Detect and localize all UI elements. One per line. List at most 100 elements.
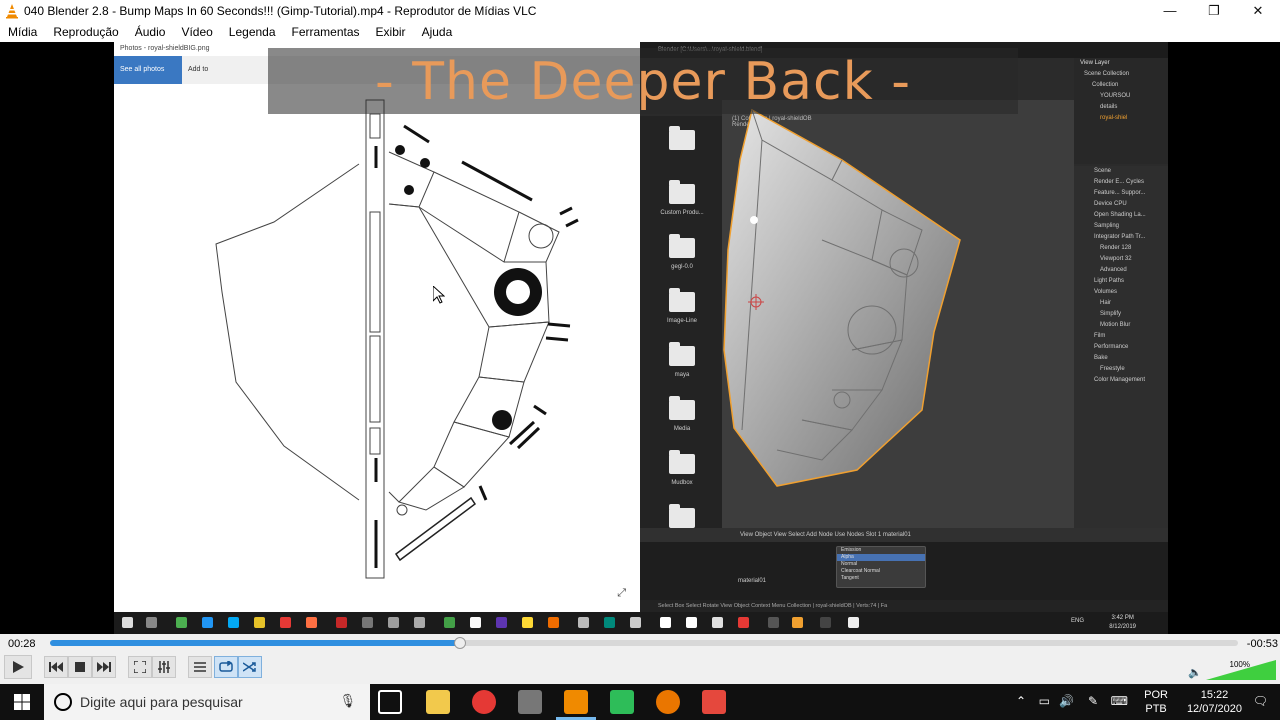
menu-audio[interactable]: Áudio — [127, 25, 174, 39]
volume-slider[interactable] — [1206, 660, 1276, 680]
app-icon — [660, 617, 671, 628]
network-icon[interactable]: ▭ — [1039, 694, 1050, 708]
microphone-icon[interactable]: 🎙 — [339, 693, 356, 709]
menu-midia[interactable]: Mídia — [0, 25, 45, 39]
blender-icon[interactable] — [656, 690, 680, 714]
see-all-photos-button: See all photos — [114, 56, 182, 84]
fullscreen-button[interactable] — [128, 656, 152, 678]
outliner-row: Collection — [1092, 82, 1119, 88]
folder-item — [650, 126, 714, 156]
app-icon — [336, 617, 347, 628]
equalizer-icon — [158, 661, 170, 673]
blender-window: Blender [C:\Users\...\royal-shield.blend… — [640, 42, 1168, 612]
app-icon[interactable] — [702, 690, 726, 714]
menu-ferramentas[interactable]: Ferramentas — [284, 25, 368, 39]
folder-item: maya — [650, 342, 714, 378]
maximize-button[interactable]: ❐ — [1192, 0, 1236, 22]
app-icon — [444, 617, 455, 628]
app-icon — [228, 617, 239, 628]
menu-reproducao[interactable]: Reprodução — [45, 25, 126, 39]
app-icon[interactable] — [518, 690, 542, 714]
remaining-time[interactable]: -00:53 — [1247, 638, 1278, 650]
app-icon — [712, 617, 723, 628]
windows-start-icon[interactable] — [14, 694, 30, 710]
next-button[interactable] — [92, 656, 116, 678]
windows-icon — [122, 617, 133, 628]
playlist-button[interactable] — [188, 656, 212, 678]
file-explorer-icon[interactable] — [426, 690, 450, 714]
app-icon — [686, 617, 697, 628]
menu-legenda[interactable]: Legenda — [221, 25, 284, 39]
app-icon — [738, 617, 749, 628]
close-button[interactable]: ✕ — [1236, 0, 1280, 22]
notifications-icon[interactable]: 🗨 — [1253, 694, 1268, 708]
folder-icon — [254, 617, 265, 628]
app-icon — [768, 617, 779, 628]
play-icon — [13, 661, 24, 673]
system-clock[interactable]: 15:22 12/07/2020 — [1187, 688, 1242, 716]
video-surface[interactable]: Photos - royal-shieldBIG.png See all pho… — [0, 42, 1280, 634]
node-editor: material01 Emission Alpha Normal Clearco… — [640, 542, 1168, 600]
minimize-button[interactable]: — — [1148, 0, 1192, 22]
shuffle-icon — [243, 662, 256, 672]
app-icon — [820, 617, 831, 628]
folder-item: Mudbox — [650, 450, 714, 486]
search-placeholder: Digite aqui para pesquisar — [80, 694, 243, 710]
blender-properties: Scene Render E... Cycles Feature... Supp… — [1074, 166, 1168, 528]
previous-icon — [49, 662, 63, 672]
next-icon — [97, 662, 111, 672]
menu-bar: Mídia Reprodução Áudio Vídeo Legenda Fer… — [0, 22, 1280, 42]
chrome-icon[interactable] — [472, 690, 496, 714]
blender-file-browser: Custom Produ... gegl-0.0 Image-Line maya… — [640, 116, 722, 534]
add-to-button: Add to — [188, 66, 209, 73]
camtasia-icon[interactable] — [610, 690, 634, 714]
task-view-icon[interactable] — [378, 690, 402, 714]
vlc-cone-icon — [6, 4, 18, 19]
cortana-icon — [54, 693, 72, 711]
play-button[interactable] — [4, 655, 32, 679]
language-indicator[interactable]: POR PTB — [1144, 688, 1168, 716]
extended-settings-button[interactable] — [152, 656, 176, 678]
blender-outliner: View Layer Scene Collection Collection Y… — [1074, 58, 1168, 164]
photos-title: Photos - royal-shieldBIG.png — [120, 45, 210, 52]
blender-status-bar: Select Box Select Rotate View Object Con… — [640, 600, 1168, 612]
overlay-title: - The Deeper Back - — [374, 52, 911, 112]
shuffle-button[interactable] — [238, 656, 262, 678]
vlc-icon[interactable] — [564, 690, 588, 714]
player-controls: 00:28 -00:53 🔈 100% — [0, 634, 1280, 684]
keyboard-icon[interactable]: ⌨ — [1111, 694, 1128, 708]
folder-item: gegl-0.0 — [650, 234, 714, 270]
blender-3d-viewport: (1) Collection | royal-shieldOB Renderin… — [722, 100, 1074, 528]
inner-lang: ENG — [1070, 618, 1084, 624]
previous-button[interactable] — [44, 656, 68, 678]
volume-icon[interactable]: 🔊 — [1059, 694, 1074, 708]
menu-ajuda[interactable]: Ajuda — [414, 25, 461, 39]
app-icon — [202, 617, 213, 628]
loop-button[interactable] — [214, 656, 238, 678]
calculator-icon — [578, 617, 589, 628]
task-view-icon — [146, 617, 157, 628]
folder-item: Custom Produ... — [650, 180, 714, 216]
speaker-icon[interactable]: 🔈 — [1188, 666, 1202, 679]
folder-item: Media — [650, 396, 714, 432]
menu-exibir[interactable]: Exibir — [368, 25, 414, 39]
app-icon — [176, 617, 187, 628]
outliner-row: Scene Collection — [1084, 71, 1130, 77]
app-icon — [548, 617, 559, 628]
seek-handle[interactable] — [453, 637, 466, 649]
taskbar-search-box[interactable]: Digite aqui para pesquisar 🎙 — [44, 684, 370, 720]
shield-uv-drawing — [215, 99, 579, 579]
windows-taskbar: Digite aqui para pesquisar 🎙 ⌃ ▭ 🔊 ✎ ⌨ P… — [0, 684, 1280, 720]
mouse-cursor-icon — [433, 286, 445, 304]
seek-bar[interactable] — [50, 637, 1238, 649]
menu-video[interactable]: Vídeo — [173, 25, 220, 39]
app-icon — [522, 617, 533, 628]
photos-icon — [848, 617, 859, 628]
chevron-up-icon[interactable]: ⌃ — [1016, 694, 1026, 708]
pen-icon[interactable]: ✎ — [1088, 694, 1098, 708]
inner-clock: 3:42 PM 8/12/2019 — [1109, 615, 1136, 630]
window-title: 040 Blender 2.8 - Bump Maps In 60 Second… — [24, 4, 537, 18]
fullscreen-icon — [134, 661, 146, 673]
stop-button[interactable] — [68, 656, 92, 678]
outliner-row: details — [1100, 104, 1118, 110]
